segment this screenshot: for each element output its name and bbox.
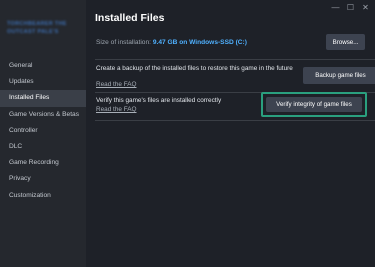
window-controls: — ☐ ✕ (328, 0, 373, 14)
sidebar-item-controller[interactable]: Controller (0, 123, 86, 139)
size-value: 9.47 GB on Windows-SSD (C:) (152, 39, 247, 46)
sidebar-item-general[interactable]: General (0, 58, 86, 74)
game-title: TORCHBEARER THE OUTCAST PALE'S (7, 21, 67, 35)
verify-faq-link[interactable]: Read the FAQ (96, 106, 137, 113)
divider (95, 120, 375, 121)
divider (95, 59, 375, 60)
installation-size: Size of installation: 9.47 GB on Windows… (96, 39, 247, 46)
maximize-icon[interactable]: ☐ (343, 0, 358, 14)
backup-game-files-button[interactable]: Backup game files (303, 67, 375, 84)
sidebar-nav: General Updates Installed Files Game Ver… (0, 58, 86, 204)
sidebar-item-game-recording[interactable]: Game Recording (0, 155, 86, 171)
backup-description: Create a backup of the installed files t… (96, 65, 293, 72)
sidebar: TORCHBEARER THE OUTCAST PALE'S General U… (0, 0, 86, 267)
page-title: Installed Files (95, 12, 165, 24)
sidebar-item-updates[interactable]: Updates (0, 74, 86, 90)
sidebar-item-dlc[interactable]: DLC (0, 139, 86, 155)
sidebar-item-privacy[interactable]: Privacy (0, 171, 86, 187)
browse-button[interactable]: Browse... (326, 34, 365, 50)
sidebar-item-installed-files[interactable]: Installed Files (0, 90, 86, 107)
sidebar-item-game-versions-betas[interactable]: Game Versions & Betas (0, 107, 86, 123)
main-panel: — ☐ ✕ Installed Files Size of installati… (86, 0, 375, 267)
close-icon[interactable]: ✕ (358, 0, 373, 14)
sidebar-item-customization[interactable]: Customization (0, 188, 86, 204)
size-label: Size of installation: (96, 39, 151, 46)
backup-faq-link[interactable]: Read the FAQ (96, 81, 137, 88)
minimize-icon[interactable]: — (328, 0, 343, 14)
verify-integrity-button[interactable]: Verify integrity of game files (266, 97, 362, 112)
